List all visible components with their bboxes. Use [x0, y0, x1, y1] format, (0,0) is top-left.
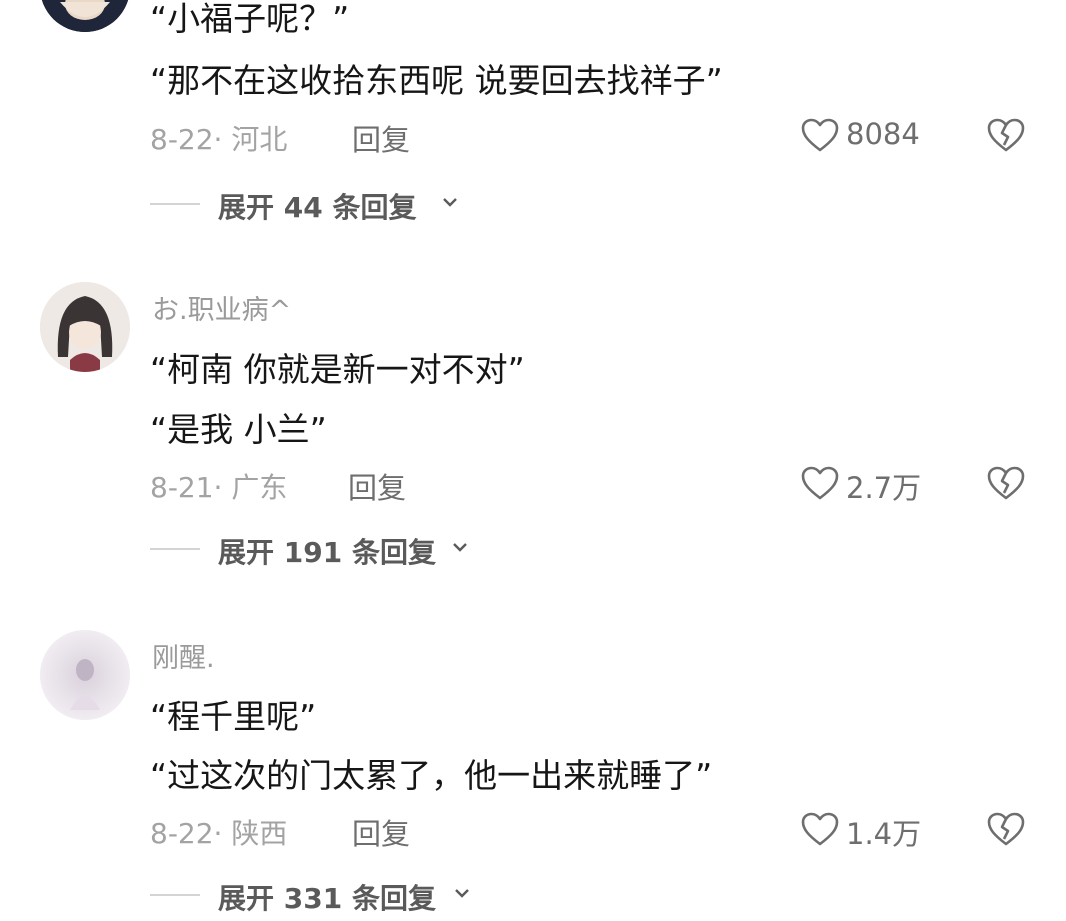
- comment-line: “小福子呢？”: [150, 0, 350, 38]
- broken-heart-icon[interactable]: [986, 465, 1026, 501]
- expand-replies-label: 展开 44 条回复: [218, 191, 417, 224]
- broken-heart-icon[interactable]: [986, 811, 1026, 847]
- expand-divider: [150, 548, 200, 550]
- expand-divider: [150, 894, 200, 896]
- like-count: 2.7万: [846, 471, 922, 505]
- comment-username[interactable]: 刚醒.: [152, 636, 215, 675]
- comment-line: “程千里呢”: [150, 697, 317, 736]
- comment-username[interactable]: お.职业病^: [152, 288, 291, 327]
- chevron-down-icon: [453, 543, 467, 552]
- comment-date: 8-22: [150, 123, 214, 156]
- meta-separator: ·: [213, 471, 232, 504]
- avatar[interactable]: [40, 282, 130, 372]
- comment-location: 广东: [231, 471, 288, 504]
- comment-location: 陕西: [231, 817, 288, 850]
- meta-separator: ·: [213, 123, 232, 156]
- avatar[interactable]: [40, 0, 130, 32]
- chevron-down-icon: [455, 889, 469, 898]
- comment-line: “那不在这收拾东西呢 说要回去找祥子”: [150, 61, 723, 100]
- expand-replies-label: 展开 331 条回复: [218, 882, 436, 915]
- heart-outline-icon[interactable]: [800, 465, 840, 501]
- heart-outline-icon[interactable]: [800, 811, 840, 847]
- expand-replies-button[interactable]: 展开 191 条回复: [218, 531, 436, 571]
- like-count: 8084: [846, 117, 920, 151]
- comment-line: “过这次的门太累了，他一出来就睡了”: [150, 756, 713, 795]
- broken-heart-icon[interactable]: [986, 117, 1026, 153]
- comment-date: 8-21: [150, 471, 214, 504]
- comment-location: 河北: [231, 123, 288, 156]
- chevron-down-icon: [443, 198, 457, 207]
- comment-meta: 8-22· 河北: [150, 118, 287, 158]
- comment-date: 8-22: [150, 817, 214, 850]
- expand-divider: [150, 203, 200, 205]
- expand-replies-label: 展开 191 条回复: [218, 536, 436, 569]
- comment-meta: 8-22· 陕西: [150, 812, 287, 852]
- comment-meta: 8-21· 广东: [150, 466, 287, 506]
- avatar[interactable]: [40, 630, 130, 720]
- reply-button[interactable]: 回复: [348, 465, 406, 507]
- comment-line: “柯南 你就是新一对不对”: [150, 350, 525, 389]
- expand-replies-button[interactable]: 展开 44 条回复: [218, 186, 416, 226]
- comment-line: “是我 小兰”: [150, 410, 327, 449]
- like-count: 1.4万: [846, 817, 922, 851]
- reply-button[interactable]: 回复: [352, 811, 410, 853]
- reply-button[interactable]: 回复: [352, 117, 410, 159]
- heart-outline-icon[interactable]: [800, 117, 840, 153]
- meta-separator: ·: [213, 817, 232, 850]
- expand-replies-button[interactable]: 展开 331 条回复: [218, 877, 436, 917]
